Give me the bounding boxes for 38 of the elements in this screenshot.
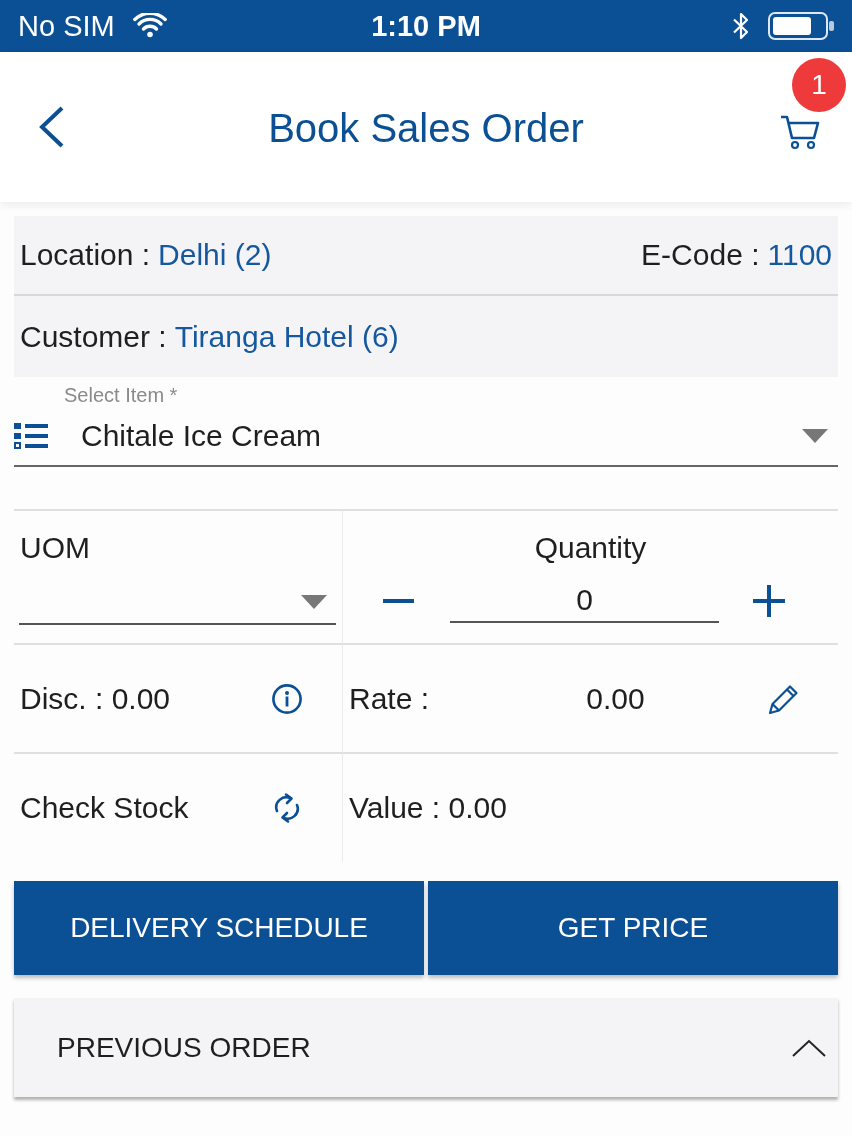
total-value-text: Value : 0.00 [349, 791, 507, 825]
battery-icon [768, 12, 834, 40]
item-select-field[interactable]: Select Item * Chitale Ice Cream [14, 377, 838, 467]
carrier-label: No SIM [18, 11, 115, 41]
info-value: 1100 [767, 238, 832, 272]
info-value: Tiranga Hotel (6) [174, 319, 399, 354]
refresh-icon[interactable] [273, 792, 301, 824]
cart-button[interactable] [780, 114, 820, 150]
dropdown-caret-icon[interactable] [301, 595, 327, 609]
info-value: Delhi (2) [158, 238, 272, 272]
uom-label: UOM [20, 531, 91, 565]
info-label: Customer : [20, 319, 167, 354]
action-button[interactable]: GET PRICE [428, 881, 838, 975]
chevron-left-icon [38, 106, 66, 148]
rate-value: 0.00 [585, 681, 646, 716]
field-value: Chitale Ice Cream [81, 419, 323, 453]
quantity-label: Quantity [533, 531, 648, 565]
list-icon [14, 423, 48, 449]
action-button[interactable]: DELIVERY SCHEDULE [14, 881, 424, 975]
info-label: Location : [20, 238, 151, 272]
bluetooth-icon [732, 11, 750, 41]
cart-badge: 1 [792, 58, 846, 112]
field-label: Select Item * [63, 383, 179, 407]
dropdown-caret-icon[interactable] [802, 429, 828, 443]
previous-order-toggle[interactable]: PREVIOUS ORDER [14, 998, 838, 1097]
minus-icon [383, 599, 414, 603]
page-title: Book Sales Order [268, 106, 584, 148]
discount-text: Disc. : 0.00 [20, 681, 171, 716]
plus-icon [753, 585, 785, 617]
status-time: 1:10 PM [371, 11, 481, 41]
cart-icon [780, 114, 820, 150]
check-stock-label: Check Stock [20, 791, 189, 825]
info-label: E-Code : [641, 238, 760, 272]
rate-label: Rate : [349, 681, 430, 716]
wifi-icon [132, 13, 167, 39]
quantity-field[interactable]: 0 [450, 579, 719, 623]
increase-button[interactable] [753, 585, 785, 617]
info-icon[interactable] [272, 683, 302, 714]
